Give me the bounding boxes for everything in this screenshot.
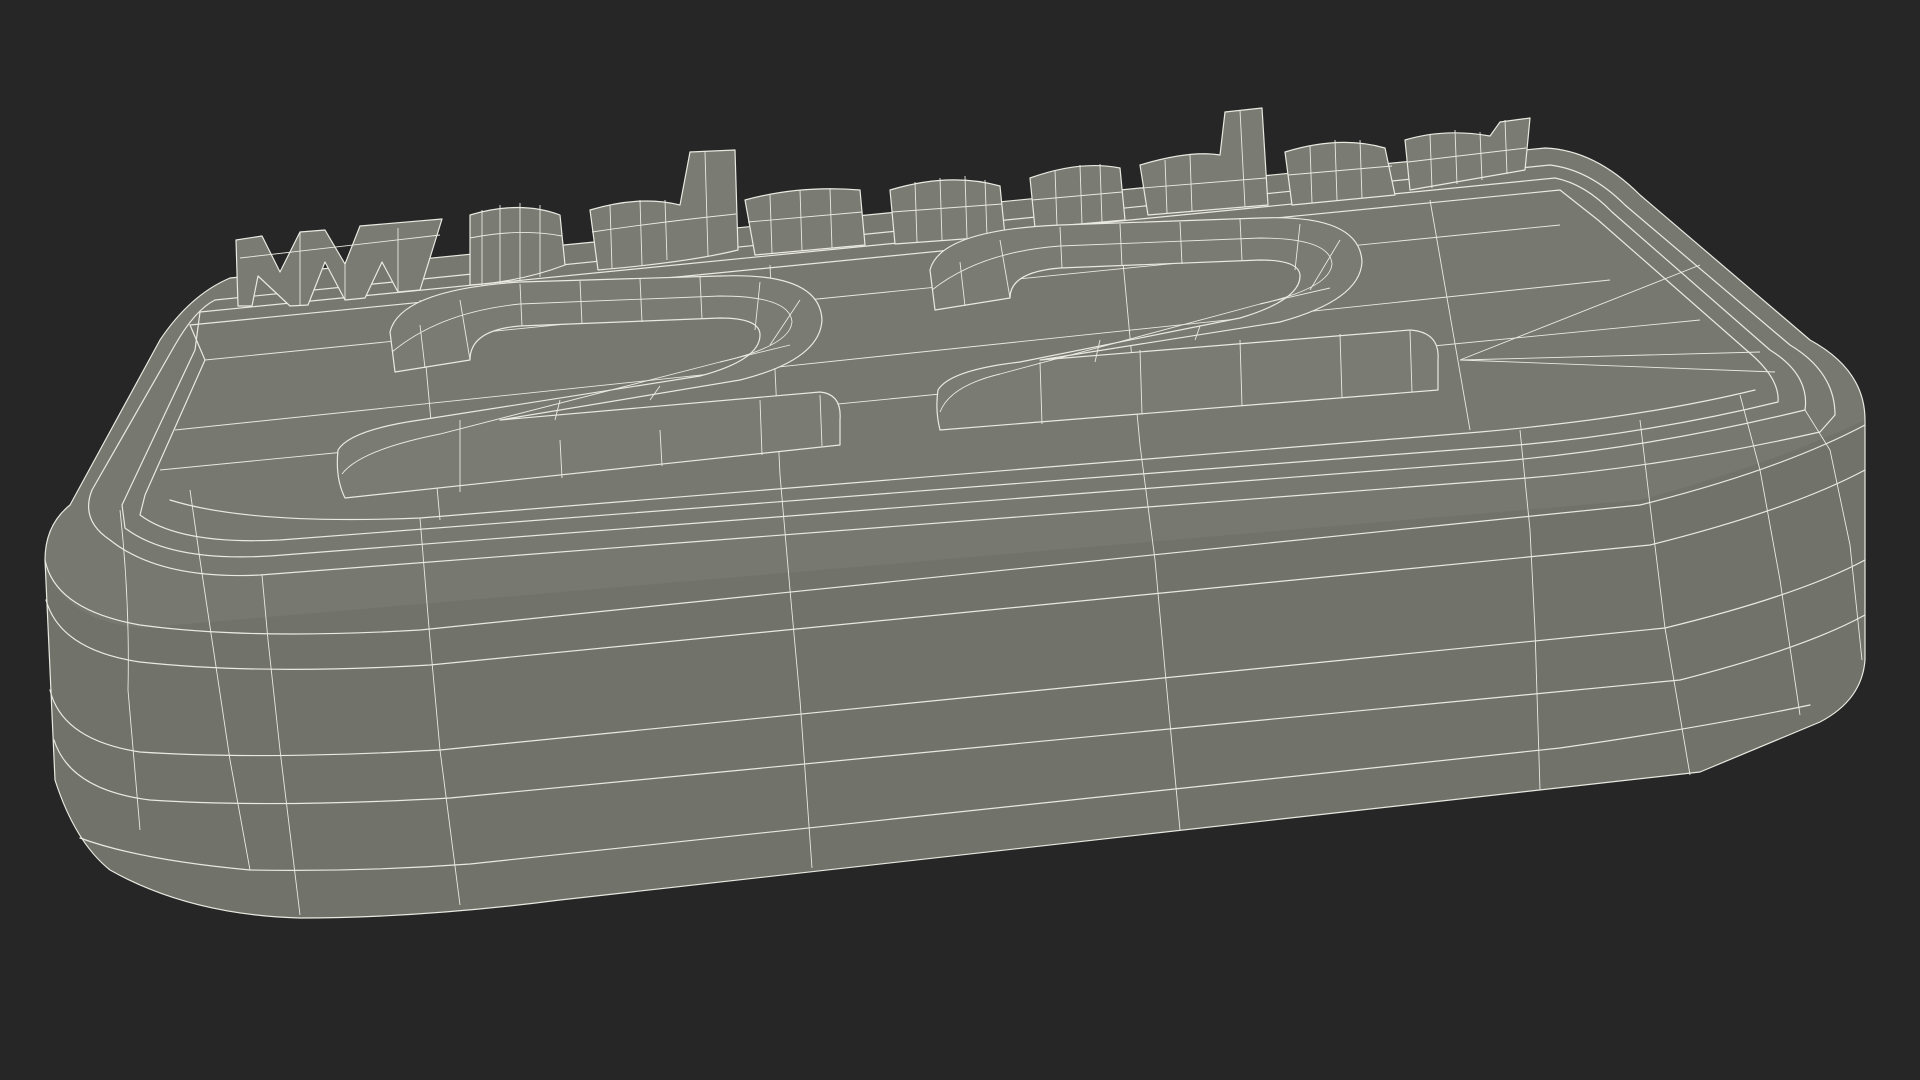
3d-viewport[interactable]: Wednesday 22 bbox=[0, 0, 1920, 1080]
letter-d2 bbox=[1139, 107, 1269, 216]
letter-d bbox=[589, 149, 739, 271]
calendar-block-model bbox=[44, 107, 1866, 919]
letter-s bbox=[1029, 163, 1126, 229]
letter-a bbox=[1284, 139, 1396, 206]
letter-n bbox=[744, 188, 866, 256]
